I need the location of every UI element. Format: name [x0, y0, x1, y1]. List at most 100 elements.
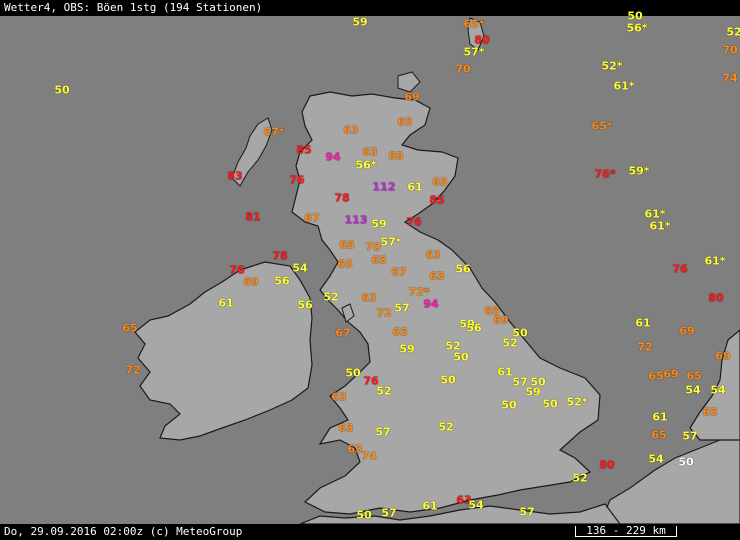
station-gust-value[interactable]: 54: [468, 499, 483, 512]
station-gust-value[interactable]: 61: [497, 366, 512, 379]
station-gust-value[interactable]: 50: [440, 374, 455, 387]
station-gust-value[interactable]: 59: [352, 16, 367, 29]
station-gust-value[interactable]: 56: [455, 263, 470, 276]
station-gust-value[interactable]: 76: [289, 174, 304, 187]
station-gust-value[interactable]: 72: [125, 364, 140, 377]
station-gust-value[interactable]: 65: [651, 429, 666, 442]
station-gust-value[interactable]: 50: [542, 398, 557, 411]
station-gust-value[interactable]: 76*: [594, 168, 615, 181]
station-gust-value[interactable]: 69: [715, 350, 730, 363]
station-gust-value[interactable]: 52*: [601, 60, 622, 73]
station-gust-value[interactable]: 65: [432, 176, 447, 189]
station-gust-value[interactable]: 61: [652, 411, 667, 424]
station-gust-value[interactable]: 59: [525, 386, 540, 399]
station-gust-value[interactable]: 67: [335, 327, 350, 340]
station-gust-value[interactable]: 61: [422, 500, 437, 513]
station-gust-value[interactable]: 57: [394, 302, 409, 315]
station-gust-value[interactable]: 52: [438, 421, 453, 434]
station-gust-value[interactable]: 61*: [613, 80, 634, 93]
station-gust-value[interactable]: 74: [722, 72, 737, 85]
station-gust-value[interactable]: 80: [708, 292, 723, 305]
station-gust-value[interactable]: 85: [429, 194, 444, 207]
station-gust-value[interactable]: 54: [710, 384, 725, 397]
station-gust-value[interactable]: 52: [726, 26, 740, 39]
station-gust-value[interactable]: 94: [423, 298, 438, 311]
station-gust-value[interactable]: 57: [381, 507, 396, 520]
station-gust-value[interactable]: 56: [297, 299, 312, 312]
station-gust-value[interactable]: 63: [362, 146, 377, 159]
station-gust-value[interactable]: 72: [376, 307, 391, 320]
station-gust-value[interactable]: 50: [356, 509, 371, 522]
station-gust-value[interactable]: 52*: [566, 396, 587, 409]
station-gust-value[interactable]: 50: [453, 351, 468, 364]
station-gust-value[interactable]: 57*: [380, 236, 401, 249]
station-gust-value[interactable]: 63: [343, 124, 358, 137]
station-gust-value[interactable]: 81: [245, 211, 260, 224]
station-gust-value[interactable]: 85: [296, 144, 311, 157]
station-gust-value[interactable]: 52: [572, 472, 587, 485]
station-gust-value[interactable]: 67: [304, 212, 319, 225]
station-gust-value[interactable]: 61: [635, 317, 650, 330]
station-gust-value[interactable]: 112: [373, 181, 396, 194]
station-gust-value[interactable]: 56*: [355, 159, 376, 172]
station-gust-value[interactable]: 76: [406, 216, 421, 229]
station-gust-value[interactable]: 54: [648, 453, 663, 466]
station-gust-value[interactable]: 54: [292, 262, 307, 275]
station-gust-value[interactable]: 67: [391, 266, 406, 279]
station-gust-value[interactable]: 50: [345, 367, 360, 380]
station-gust-value[interactable]: 61*: [704, 255, 725, 268]
station-gust-value[interactable]: 50: [54, 84, 69, 97]
station-gust-value[interactable]: 63: [331, 391, 346, 404]
station-gust-value[interactable]: 69: [388, 150, 403, 163]
station-gust-value[interactable]: 59: [371, 218, 386, 231]
station-gust-value[interactable]: 76: [672, 263, 687, 276]
station-gust-value[interactable]: 61: [218, 297, 233, 310]
station-gust-value[interactable]: 63: [338, 422, 353, 435]
station-gust-value[interactable]: 52: [376, 385, 391, 398]
station-gust-value[interactable]: 65: [339, 239, 354, 252]
station-gust-value[interactable]: 56: [466, 322, 481, 335]
station-gust-value[interactable]: 72: [637, 341, 652, 354]
station-gust-value[interactable]: 50: [627, 10, 642, 23]
station-gust-value[interactable]: 65*: [591, 120, 612, 133]
station-gust-value[interactable]: 59: [399, 343, 414, 356]
station-gust-value[interactable]: 50: [501, 399, 516, 412]
station-gust-value[interactable]: 57: [519, 506, 534, 519]
station-gust-value[interactable]: 63: [429, 270, 444, 283]
station-gust-value[interactable]: 83: [227, 170, 242, 183]
station-gust-value[interactable]: 65*: [463, 18, 484, 31]
station-gust-value[interactable]: 56: [274, 275, 289, 288]
station-gust-value[interactable]: 50: [678, 456, 693, 469]
station-gust-value[interactable]: 78: [334, 192, 349, 205]
station-gust-value[interactable]: 65: [686, 370, 701, 383]
station-gust-value[interactable]: 56*: [626, 22, 647, 35]
station-gust-value[interactable]: 65: [371, 254, 386, 267]
station-gust-value[interactable]: 63: [361, 292, 376, 305]
station-gust-value[interactable]: 69: [663, 368, 678, 381]
station-gust-value[interactable]: 69: [679, 325, 694, 338]
station-gust-value[interactable]: 65: [122, 322, 137, 335]
station-gust-value[interactable]: 52: [323, 291, 338, 304]
station-gust-value[interactable]: 57*: [463, 46, 484, 59]
station-gust-value[interactable]: 65: [397, 116, 412, 129]
station-gust-value[interactable]: 70: [365, 241, 380, 254]
station-gust-value[interactable]: 70: [722, 44, 737, 57]
station-gust-value[interactable]: 69: [404, 91, 419, 104]
station-gust-value[interactable]: 69: [493, 314, 508, 327]
station-gust-value[interactable]: 113: [345, 214, 368, 227]
station-gust-value[interactable]: 61: [407, 181, 422, 194]
station-gust-value[interactable]: 65: [648, 370, 663, 383]
station-gust-value[interactable]: 54: [685, 384, 700, 397]
station-gust-value[interactable]: 67*: [263, 126, 284, 139]
station-gust-value[interactable]: 94: [325, 151, 340, 164]
station-gust-value[interactable]: 70: [455, 63, 470, 76]
station-gust-value[interactable]: 69: [243, 276, 258, 289]
station-gust-value[interactable]: 65: [337, 258, 352, 271]
station-gust-value[interactable]: 61*: [649, 220, 670, 233]
station-gust-value[interactable]: 52: [502, 337, 517, 350]
station-gust-value[interactable]: 80: [599, 459, 614, 472]
station-gust-value[interactable]: 65: [702, 406, 717, 419]
station-gust-value[interactable]: 63: [425, 249, 440, 262]
station-gust-value[interactable]: 57: [682, 430, 697, 443]
station-gust-value[interactable]: 74: [361, 450, 376, 463]
